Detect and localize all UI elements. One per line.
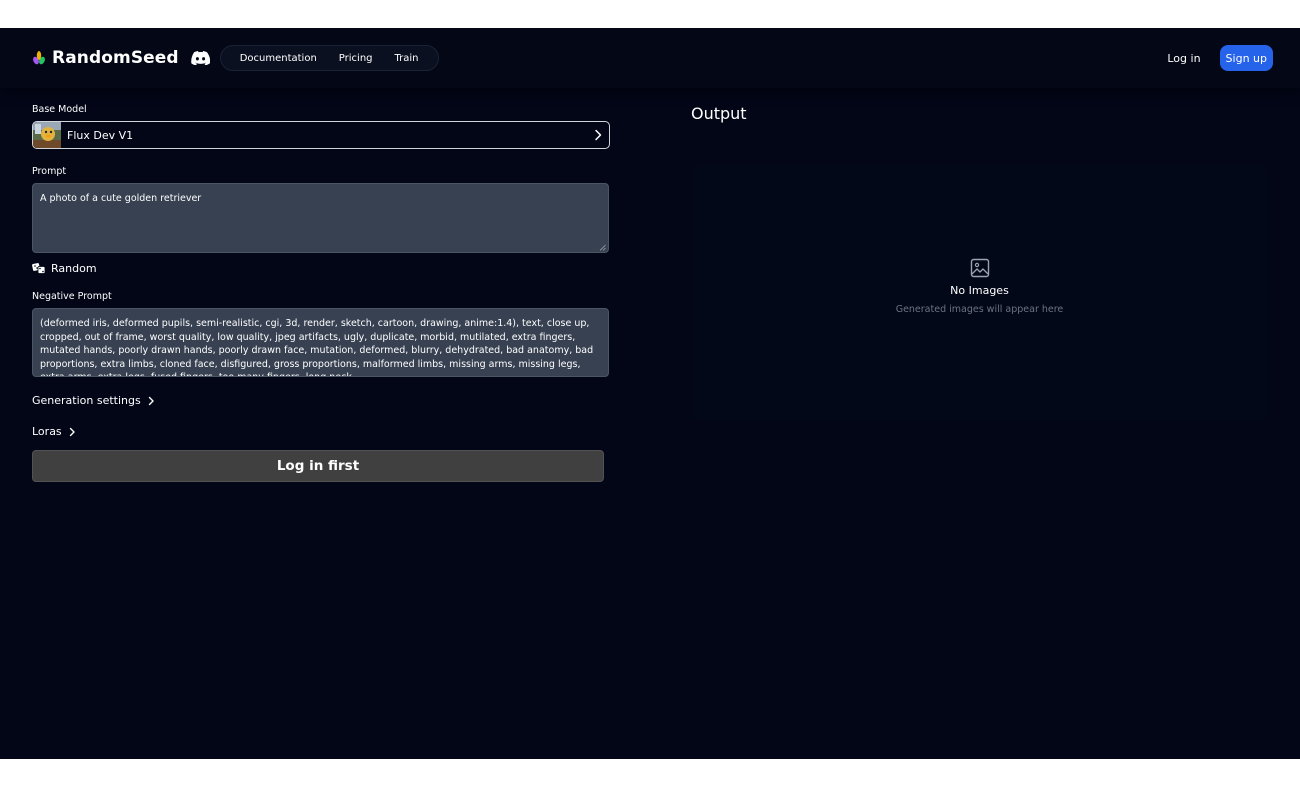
top-navbar: RandomSeed Documentation Pricing Train L… xyxy=(0,28,1300,88)
resize-handle-icon[interactable] xyxy=(599,243,606,251)
loras-label: Loras xyxy=(32,425,62,438)
image-icon xyxy=(970,258,990,278)
base-model-select[interactable]: Flux Dev V1 xyxy=(32,121,610,149)
base-model-label: Base Model xyxy=(32,104,87,115)
random-prompt-button[interactable]: Random xyxy=(32,262,610,275)
prompt-label: Prompt xyxy=(32,166,67,177)
negative-prompt-input[interactable]: (deformed iris, deformed pupils, semi-re… xyxy=(32,308,609,377)
chevron-right-icon xyxy=(591,128,605,142)
chevron-right-icon xyxy=(145,395,157,407)
login-first-button[interactable]: Log in first xyxy=(32,450,604,482)
nav-documentation[interactable]: Documentation xyxy=(229,53,328,64)
generation-settings-toggle[interactable]: Generation settings xyxy=(32,394,610,407)
generation-form: Base Model Flux Dev V1 Prompt A photo of… xyxy=(32,104,610,482)
dice-icon xyxy=(32,263,46,274)
nav-pricing[interactable]: Pricing xyxy=(328,53,384,64)
empty-title: No Images xyxy=(950,284,1009,297)
prompt-input[interactable]: A photo of a cute golden retriever xyxy=(32,183,609,253)
signup-button[interactable]: Sign up xyxy=(1219,45,1273,71)
output-title: Output xyxy=(691,104,747,123)
login-link[interactable]: Log in xyxy=(1167,52,1200,65)
random-label: Random xyxy=(51,262,97,275)
negative-prompt-text: (deformed iris, deformed pupils, semi-re… xyxy=(40,318,594,376)
discord-icon[interactable] xyxy=(190,51,210,65)
app-root: RandomSeed Documentation Pricing Train L… xyxy=(0,28,1300,759)
loras-toggle[interactable]: Loras xyxy=(32,425,610,438)
prompt-text: A photo of a cute golden retriever xyxy=(40,193,202,204)
empty-subtitle: Generated images will appear here xyxy=(895,304,1064,315)
nav-train[interactable]: Train xyxy=(384,53,430,64)
negative-prompt-label: Negative Prompt xyxy=(32,291,112,302)
base-model-value: Flux Dev V1 xyxy=(67,128,134,142)
output-panel: No Images Generated images will appear h… xyxy=(691,166,1268,420)
empty-state: No Images Generated images will appear h… xyxy=(691,258,1268,315)
model-thumbnail xyxy=(33,122,61,148)
brand[interactable]: RandomSeed xyxy=(32,48,179,68)
leaf-logo-icon xyxy=(32,50,46,66)
brand-name: RandomSeed xyxy=(52,48,179,68)
chevron-right-icon xyxy=(66,426,78,438)
main-nav: Documentation Pricing Train xyxy=(219,45,439,71)
generation-settings-label: Generation settings xyxy=(32,394,141,407)
